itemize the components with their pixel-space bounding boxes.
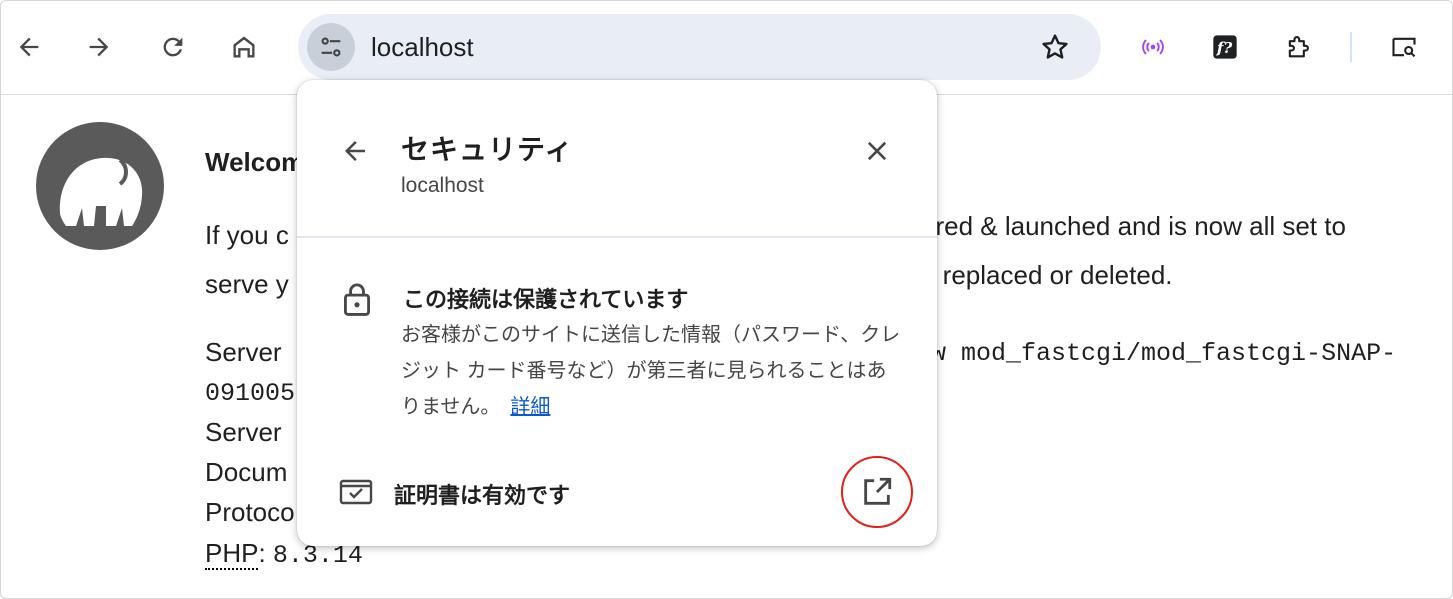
- svg-text:f?: f?: [1216, 39, 1233, 57]
- tab-search-icon: [1392, 37, 1416, 58]
- open-certificate-button[interactable]: [841, 456, 913, 528]
- site-info-button[interactable]: [307, 23, 355, 71]
- back-arrow-icon: [345, 141, 365, 161]
- protocol-label: Protoco: [205, 497, 295, 527]
- connection-secure-title: この接続は保護されています: [403, 287, 689, 312]
- certificate-valid-label[interactable]: 証明書は有効です: [394, 478, 570, 510]
- reload-button[interactable]: [153, 27, 193, 67]
- server-label-2: Server: [205, 417, 282, 447]
- intro-text-left-1: If you c: [205, 220, 289, 250]
- popup-subtitle: localhost: [401, 174, 484, 197]
- home-icon: [233, 36, 255, 58]
- back-button[interactable]: [9, 27, 49, 67]
- font-extension-button[interactable]: f?: [1205, 27, 1245, 67]
- popup-back-button[interactable]: [335, 131, 375, 171]
- connection-description-text: お客様がこのサイトに送信した情報（パスワード、クレジット カード番号など）が第三…: [401, 324, 901, 418]
- font-ext-icon: f?: [1213, 35, 1237, 59]
- server-value: w mod_fastcgi/mod_fastcgi-SNAP-: [931, 339, 1397, 368]
- forward-button[interactable]: [79, 27, 119, 67]
- extensions-icon: [1288, 36, 1309, 58]
- site-info-icon: [321, 37, 341, 57]
- star-icon[interactable]: [1039, 31, 1071, 63]
- server-label: Server: [205, 337, 282, 367]
- close-icon: [867, 141, 887, 161]
- cast-icon: [1142, 39, 1164, 55]
- php-separator: :: [258, 538, 273, 568]
- learn-more-link[interactable]: 詳細: [510, 396, 550, 418]
- mamp-logo: [36, 122, 164, 250]
- back-icon: [19, 37, 39, 57]
- address-bar[interactable]: localhost: [298, 14, 1101, 80]
- tab-search-button[interactable]: [1384, 27, 1424, 67]
- popup-title: セキュリティ: [401, 134, 574, 165]
- server-value-continued: 091005: [205, 379, 296, 408]
- browser-window: localhost f? Welcom If you c ured & laun…: [0, 0, 1453, 599]
- home-button[interactable]: [224, 27, 264, 67]
- document-root-label: Docum: [205, 457, 288, 487]
- certificate-icon: [339, 479, 373, 505]
- extensions-button[interactable]: [1278, 27, 1318, 67]
- reload-icon: [163, 37, 183, 57]
- security-popup: セキュリティ localhost この接続は保護されています お客様がこのサイト…: [297, 80, 937, 546]
- toolbar-divider: [1350, 32, 1352, 62]
- url-text[interactable]: localhost: [371, 32, 474, 63]
- welcome-heading: Welcom: [205, 147, 305, 177]
- external-link-icon: [864, 477, 892, 505]
- intro-text-left-2: serve y: [205, 269, 289, 299]
- php-label: PHP: [205, 538, 259, 570]
- cast-button[interactable]: [1133, 27, 1173, 67]
- forward-icon: [89, 37, 109, 57]
- intro-text-right-2: e replaced or deleted.: [921, 260, 1173, 290]
- popup-divider: [297, 236, 937, 238]
- lock-icon: [344, 283, 370, 316]
- popup-close-button[interactable]: [857, 131, 897, 171]
- intro-text-right-1: ured & launched and is now all set to: [921, 211, 1346, 241]
- connection-description: お客様がこのサイトに送信した情報（パスワード、クレジット カード番号など）が第三…: [401, 317, 906, 425]
